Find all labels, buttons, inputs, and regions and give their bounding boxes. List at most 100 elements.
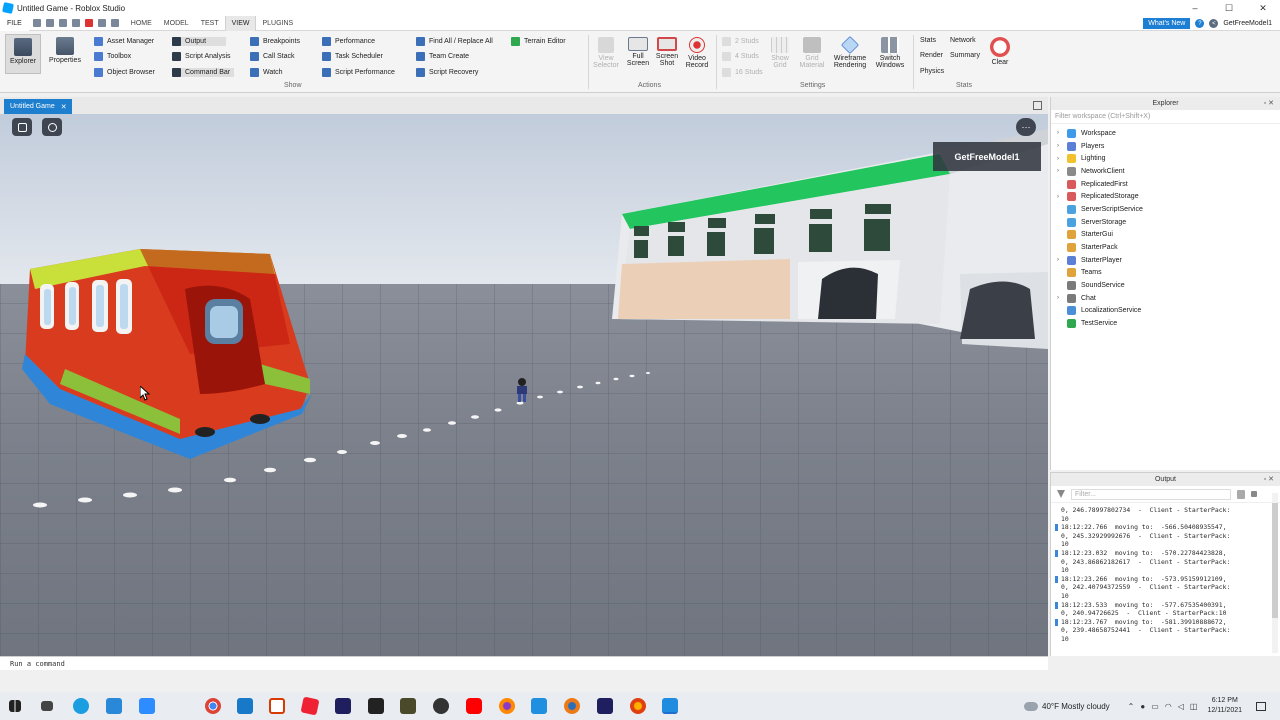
explorer-item-players[interactable]: › Players: [1051, 140, 1280, 153]
render-button[interactable]: Render: [920, 52, 943, 59]
file-menu[interactable]: FILE: [0, 15, 29, 31]
explorer-filter-input[interactable]: Filter workspace (Ctrl+Shift+X): [1051, 110, 1280, 124]
blender-icon[interactable]: [564, 698, 580, 714]
explorer-item-chat[interactable]: › Chat: [1051, 292, 1280, 305]
open-icon[interactable]: [45, 19, 54, 27]
studs-16-option[interactable]: 16 Studs: [722, 68, 763, 77]
explorer-item-testservice[interactable]: TestService: [1051, 317, 1280, 330]
explorer-item-teams[interactable]: Teams: [1051, 267, 1280, 280]
chevron-right-icon[interactable]: ›: [1057, 130, 1067, 136]
close-window-button[interactable]: ✕: [1246, 0, 1280, 16]
task-scheduler-button[interactable]: Task Scheduler: [322, 52, 383, 61]
explorer-item-starterplayer[interactable]: › StarterPlayer: [1051, 254, 1280, 267]
find-replace-button[interactable]: Find All / Replace All: [416, 37, 493, 46]
panel-controls[interactable]: ▫ ✕: [1264, 475, 1274, 483]
notifications-icon[interactable]: [1256, 701, 1266, 711]
breakpoints-button[interactable]: Breakpoints: [250, 37, 300, 46]
view-selector-button[interactable]: View Selector: [592, 37, 620, 69]
object-browser-button[interactable]: Object Browser: [94, 68, 155, 77]
screen-shot-button[interactable]: Screen Shot: [653, 37, 681, 67]
tab-plugins[interactable]: PLUGINS: [256, 16, 299, 31]
script-analysis-button[interactable]: Script Analysis: [172, 52, 231, 61]
undo-icon[interactable]: [58, 19, 67, 27]
explorer-button[interactable]: Explorer: [5, 34, 41, 74]
physics-button[interactable]: Physics: [920, 68, 944, 75]
firefox-icon[interactable]: [499, 698, 515, 714]
chevron-right-icon[interactable]: ›: [1057, 295, 1067, 301]
switch-windows-button[interactable]: Switch Windows: [872, 37, 908, 69]
battery-icon[interactable]: ▭: [1151, 702, 1159, 711]
app-l-icon[interactable]: [106, 698, 122, 714]
scrollbar-thumb[interactable]: [1272, 503, 1278, 618]
maximize-button[interactable]: ☐: [1212, 0, 1246, 16]
forward-icon[interactable]: [110, 19, 119, 27]
help-icon[interactable]: ?: [1195, 19, 1205, 28]
network-button[interactable]: Network: [950, 37, 976, 44]
output-scrollbar[interactable]: [1272, 493, 1278, 653]
volume-icon[interactable]: ◁: [1178, 702, 1184, 711]
explorer-item-networkclient[interactable]: › NetworkClient: [1051, 165, 1280, 178]
video-record-button[interactable]: Video Record: [683, 37, 711, 69]
explorer-item-starterpack[interactable]: StarterPack: [1051, 241, 1280, 254]
office-icon[interactable]: [269, 698, 285, 714]
app-pencil-icon[interactable]: [400, 698, 416, 714]
command-bar-button[interactable]: Command Bar: [172, 68, 235, 77]
windows-start-icon[interactable]: [9, 700, 21, 712]
team-create-button[interactable]: Team Create: [416, 52, 469, 61]
explorer-item-soundservice[interactable]: SoundService: [1051, 279, 1280, 292]
performance-button[interactable]: Performance: [322, 37, 375, 46]
watch-button[interactable]: Watch: [250, 68, 283, 77]
tab-home[interactable]: HOME: [125, 16, 158, 31]
minimize-button[interactable]: –: [1178, 0, 1212, 16]
chevron-right-icon[interactable]: ›: [1057, 257, 1067, 263]
clear-button[interactable]: Clear: [988, 37, 1012, 66]
chevron-right-icon[interactable]: ›: [1057, 168, 1067, 174]
filter-icon[interactable]: [1057, 490, 1065, 498]
share-icon[interactable]: <: [1209, 19, 1219, 28]
new-file-icon[interactable]: [32, 19, 41, 27]
stop-icon[interactable]: [84, 19, 93, 27]
clock[interactable]: 6:12 PM 12/11/2021: [1207, 696, 1242, 716]
edge-icon[interactable]: [73, 698, 89, 714]
script-recovery-button[interactable]: Script Recovery: [416, 68, 478, 77]
explorer-item-startergui[interactable]: StarterGui: [1051, 229, 1280, 242]
task-view-icon[interactable]: [41, 701, 53, 711]
explorer-item-serverscriptservice[interactable]: ServerScriptService: [1051, 203, 1280, 216]
chevron-up-icon[interactable]: ⌃: [1128, 702, 1135, 711]
close-tab-icon[interactable]: ✕: [61, 103, 67, 111]
studs-2-option[interactable]: 2 Studs: [722, 37, 759, 46]
explorer-item-localizationservice[interactable]: LocalizationService: [1051, 305, 1280, 318]
maximize-viewport-icon[interactable]: [1033, 101, 1042, 110]
roblox-studio-taskbar-icon[interactable]: [662, 698, 678, 714]
weather-widget[interactable]: 40°F Mostly cloudy: [1024, 701, 1110, 711]
user-name[interactable]: GetFreeModel1: [1223, 20, 1272, 27]
mail-icon[interactable]: [237, 698, 253, 714]
chat-icon[interactable]: [42, 118, 62, 136]
game-viewport[interactable]: ⋯ GetFreeModel1: [0, 114, 1048, 656]
properties-button[interactable]: Properties: [45, 37, 85, 64]
microphone-icon[interactable]: ●: [1140, 702, 1145, 711]
output-button[interactable]: Output: [172, 37, 227, 46]
call-stack-button[interactable]: Call Stack: [250, 52, 295, 61]
obs-icon[interactable]: [433, 698, 449, 714]
trash-icon[interactable]: [1237, 489, 1245, 499]
character-animator-icon[interactable]: [597, 698, 613, 714]
explorer-item-lighting[interactable]: › Lighting: [1051, 152, 1280, 165]
roblox-icon[interactable]: [300, 696, 320, 716]
close-output-icon[interactable]: [1251, 491, 1257, 497]
zoom-icon[interactable]: [139, 698, 155, 714]
explorer-item-replicatedstorage[interactable]: › ReplicatedStorage: [1051, 190, 1280, 203]
whats-new-button[interactable]: What's New: [1143, 18, 1191, 29]
chevron-right-icon[interactable]: ›: [1057, 156, 1067, 162]
terrain-editor-button[interactable]: Terrain Editor: [511, 37, 566, 46]
output-filter-input[interactable]: Filter...: [1071, 488, 1231, 500]
chevron-right-icon[interactable]: ›: [1057, 194, 1067, 200]
stats-button[interactable]: Stats: [920, 37, 936, 44]
explorer-item-serverstorage[interactable]: ServerStorage: [1051, 216, 1280, 229]
ime-icon[interactable]: ◫: [1190, 702, 1198, 711]
explorer-item-workspace[interactable]: › Workspace: [1051, 127, 1280, 140]
tab-test[interactable]: TEST: [195, 16, 225, 31]
roblox-menu-icon[interactable]: [12, 118, 32, 136]
firefox-dev-icon[interactable]: [630, 698, 646, 714]
vscode-icon[interactable]: [531, 698, 547, 714]
